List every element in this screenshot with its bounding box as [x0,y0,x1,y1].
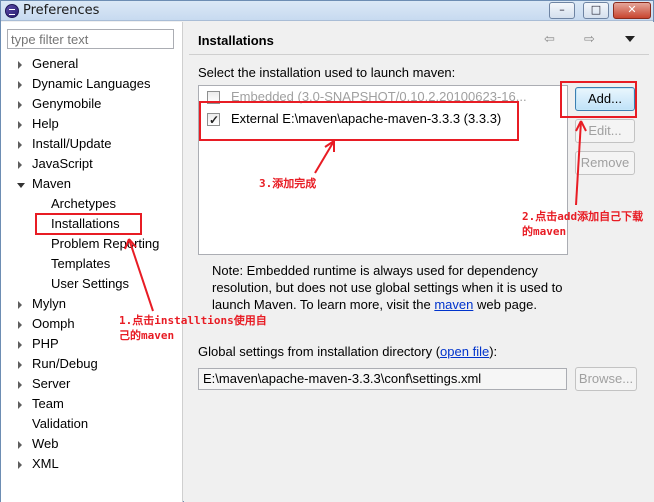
tree-item-general[interactable]: General [1,54,181,74]
annotation-highlight-installations [35,213,142,235]
tree-item-run-debug[interactable]: Run/Debug [1,354,181,374]
expand-arrow-icon[interactable] [18,121,22,129]
remove-button[interactable]: Remove [575,151,635,175]
expand-arrow-icon[interactable] [18,141,22,149]
minimize-button[interactable]: – [549,2,575,19]
window-title: Preferences [23,3,100,18]
title-bar: Preferences – □ ✕ [1,1,653,21]
preferences-tree-panel: General Dynamic Languages Genymobile Hel… [1,22,183,502]
annotation-step1: 1.点击installtions使用自己的maven [119,314,267,342]
tree-item-user-settings[interactable]: User Settings [1,274,181,294]
preferences-window: Preferences – □ ✕ General Dynamic Langua… [0,0,654,502]
tree-item-archetypes[interactable]: Archetypes [1,194,181,214]
tree-item-genymobile[interactable]: Genymobile [1,94,181,114]
tree-item-xml[interactable]: XML [1,454,181,474]
annotation-highlight-add [560,81,637,118]
tree-item-install-update[interactable]: Install/Update [1,134,181,154]
filter-input[interactable] [7,29,174,49]
edit-button[interactable]: Edit... [575,119,635,143]
expand-arrow-icon[interactable] [18,361,22,369]
expand-arrow-icon[interactable] [18,321,22,329]
annotation-step2: 2.点击add添加自己下载的maven [522,210,644,238]
tree-item-templates[interactable]: Templates [1,254,181,274]
maven-link[interactable]: maven [434,297,473,312]
collapse-arrow-icon[interactable] [17,183,25,188]
tree-item-dynamic-languages[interactable]: Dynamic Languages [1,74,181,94]
expand-arrow-icon[interactable] [18,461,22,469]
expand-arrow-icon[interactable] [18,401,22,409]
global-settings-label: Global settings from installation direct… [198,344,498,359]
expand-arrow-icon[interactable] [18,341,22,349]
tree-item-maven[interactable]: Maven [1,174,181,194]
back-arrow-icon[interactable]: ⇦ [544,32,555,47]
expand-arrow-icon[interactable] [18,81,22,89]
tree-item-javascript[interactable]: JavaScript [1,154,181,174]
global-settings-path-field[interactable]: E:\maven\apache-maven-3.3.3\conf\setting… [198,368,567,390]
maximize-button[interactable]: □ [583,2,609,19]
forward-arrow-icon[interactable]: ⇨ [584,32,595,47]
annotation-step3: 3.添加完成 [259,177,317,190]
tree-item-mylyn[interactable]: Mylyn [1,294,181,314]
tree-item-team[interactable]: Team [1,394,181,414]
view-menu-icon[interactable] [625,36,635,42]
embedded-runtime-note: Note: Embedded runtime is always used fo… [212,263,563,312]
tree-item-validation[interactable]: Validation [1,414,181,434]
expand-arrow-icon[interactable] [18,381,22,389]
page-title: Installations [198,33,274,48]
expand-arrow-icon[interactable] [18,441,22,449]
eclipse-icon [5,4,19,18]
expand-arrow-icon[interactable] [18,101,22,109]
tree-item-web[interactable]: Web [1,434,181,454]
tree-item-server[interactable]: Server [1,374,181,394]
open-file-link[interactable]: open file [440,344,489,359]
installation-select-label: Select the installation used to launch m… [198,65,456,80]
annotation-highlight-external-row [199,101,519,141]
header-separator [189,54,649,55]
tree-item-problem-reporting[interactable]: Problem Reporting [1,234,181,254]
expand-arrow-icon[interactable] [18,161,22,169]
expand-arrow-icon[interactable] [18,301,22,309]
browse-button[interactable]: Browse... [575,367,637,391]
expand-arrow-icon[interactable] [18,61,22,69]
tree-item-help[interactable]: Help [1,114,181,134]
close-button[interactable]: ✕ [613,2,651,19]
